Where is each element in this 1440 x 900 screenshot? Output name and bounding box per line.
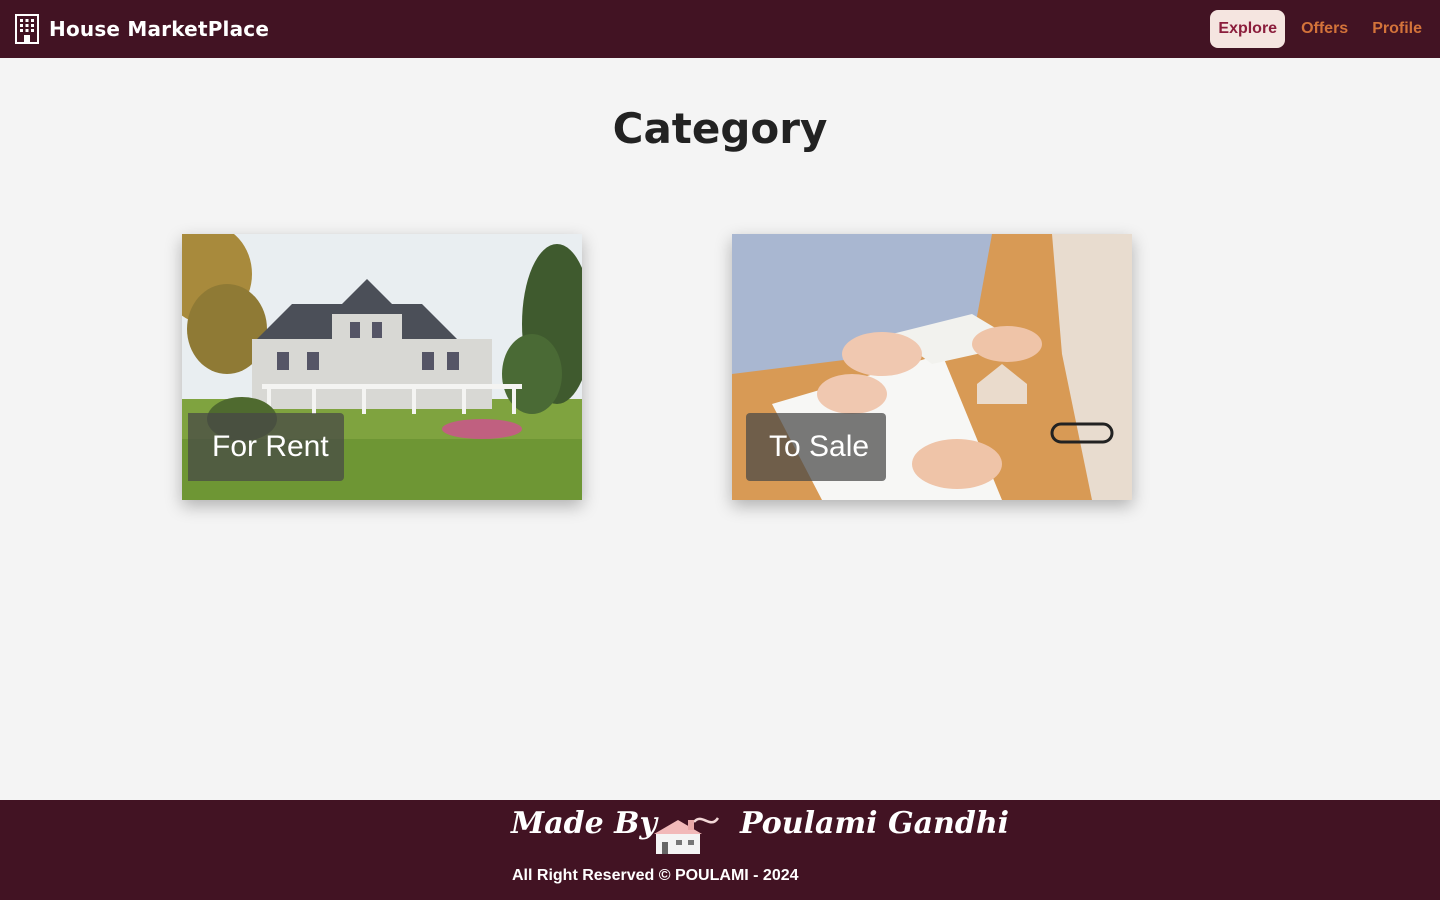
copyright-text: All Right Reserved © POULAMI - 2024 (512, 867, 799, 884)
category-card-rent[interactable]: For Rent (182, 234, 582, 500)
category-card-sale[interactable]: To Sale (732, 234, 1132, 500)
category-label-rent: For Rent (188, 413, 344, 481)
brand[interactable]: House MarketPlace (15, 14, 269, 44)
nav-link-explore[interactable]: Explore (1210, 10, 1286, 48)
nav-link-profile[interactable]: Profile (1364, 10, 1430, 48)
author-name: Poulami Gandhi (740, 806, 1010, 841)
category-label-sale: To Sale (746, 413, 886, 481)
nav-link-offers[interactable]: Offers (1293, 10, 1356, 48)
building-icon (15, 14, 39, 44)
house-chimney-icon (654, 817, 720, 854)
footer (0, 800, 1440, 900)
made-by-text: Made By (511, 806, 657, 841)
brand-title: House MarketPlace (49, 17, 270, 41)
navbar: House MarketPlace Explore Offers Profile (0, 0, 1440, 58)
nav-links: Explore Offers Profile (1210, 10, 1430, 48)
page-title: Category (612, 104, 828, 153)
